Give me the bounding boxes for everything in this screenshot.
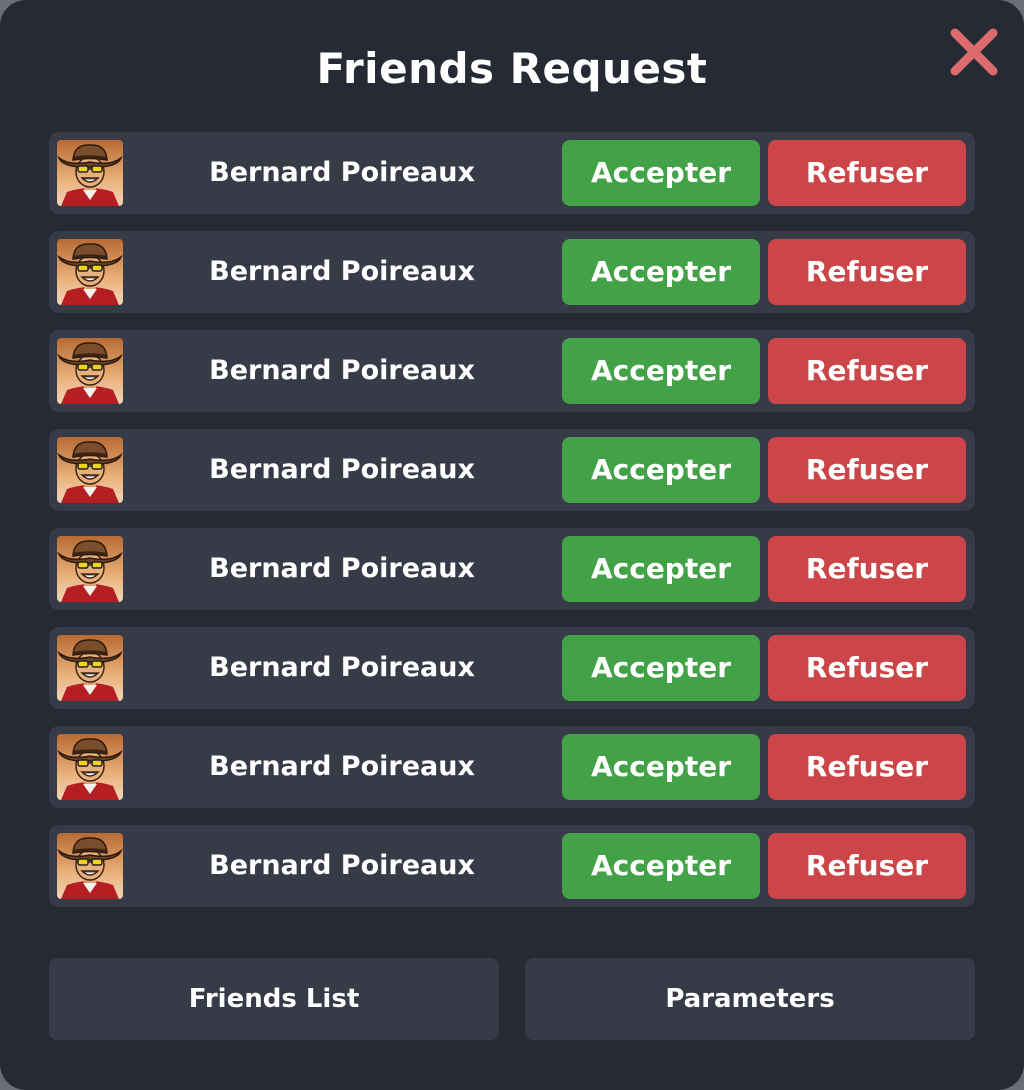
cowboy-avatar-icon <box>57 140 123 206</box>
cowboy-avatar-icon <box>57 734 123 800</box>
cowboy-avatar-icon <box>57 635 123 701</box>
friend-name: Bernard Poireaux <box>209 850 475 881</box>
cowboy-avatar-icon <box>57 536 123 602</box>
friends-list-button[interactable]: Friends List <box>49 958 499 1040</box>
accept-button[interactable]: Accepter <box>562 239 760 305</box>
close-icon[interactable] <box>946 24 1002 80</box>
cowboy-avatar-icon <box>57 338 123 404</box>
cowboy-avatar-icon <box>57 833 123 899</box>
friend-request-row: Bernard Poireaux Accepter Refuser <box>49 627 975 709</box>
friend-name: Bernard Poireaux <box>209 256 475 287</box>
friend-request-list: Bernard Poireaux Accepter Refuser Bernard … <box>49 132 975 924</box>
friend-request-row: Bernard Poireaux Accepter Refuser <box>49 330 975 412</box>
friend-name: Bernard Poireaux <box>209 355 475 386</box>
accept-button[interactable]: Accepter <box>562 536 760 602</box>
refuse-button[interactable]: Refuser <box>768 140 966 206</box>
refuse-button[interactable]: Refuser <box>768 635 966 701</box>
friend-name: Bernard Poireaux <box>209 157 475 188</box>
friend-name: Bernard Poireaux <box>209 751 475 782</box>
refuse-button[interactable]: Refuser <box>768 437 966 503</box>
accept-button[interactable]: Accepter <box>562 734 760 800</box>
friends-request-dialog: Friends Request Bernard Poireaux Accepte… <box>0 0 1024 1090</box>
accept-button[interactable]: Accepter <box>562 635 760 701</box>
friend-request-row: Bernard Poireaux Accepter Refuser <box>49 132 975 214</box>
accept-button[interactable]: Accepter <box>562 833 760 899</box>
accept-button[interactable]: Accepter <box>562 140 760 206</box>
refuse-button[interactable]: Refuser <box>768 833 966 899</box>
refuse-button[interactable]: Refuser <box>768 338 966 404</box>
refuse-button[interactable]: Refuser <box>768 239 966 305</box>
friend-request-row: Bernard Poireaux Accepter Refuser <box>49 528 975 610</box>
cowboy-avatar-icon <box>57 437 123 503</box>
friend-request-row: Bernard Poireaux Accepter Refuser <box>49 231 975 313</box>
friend-name: Bernard Poireaux <box>209 454 475 485</box>
accept-button[interactable]: Accepter <box>562 437 760 503</box>
cowboy-avatar-icon <box>57 239 123 305</box>
friend-request-row: Bernard Poireaux Accepter Refuser <box>49 726 975 808</box>
friend-name: Bernard Poireaux <box>209 553 475 584</box>
refuse-button[interactable]: Refuser <box>768 734 966 800</box>
friend-name: Bernard Poireaux <box>209 652 475 683</box>
friend-request-row: Bernard Poireaux Accepter Refuser <box>49 429 975 511</box>
parameters-button[interactable]: Parameters <box>525 958 975 1040</box>
friend-request-row: Bernard Poireaux Accepter Refuser <box>49 825 975 907</box>
accept-button[interactable]: Accepter <box>562 338 760 404</box>
dialog-title: Friends Request <box>316 44 708 93</box>
refuse-button[interactable]: Refuser <box>768 536 966 602</box>
